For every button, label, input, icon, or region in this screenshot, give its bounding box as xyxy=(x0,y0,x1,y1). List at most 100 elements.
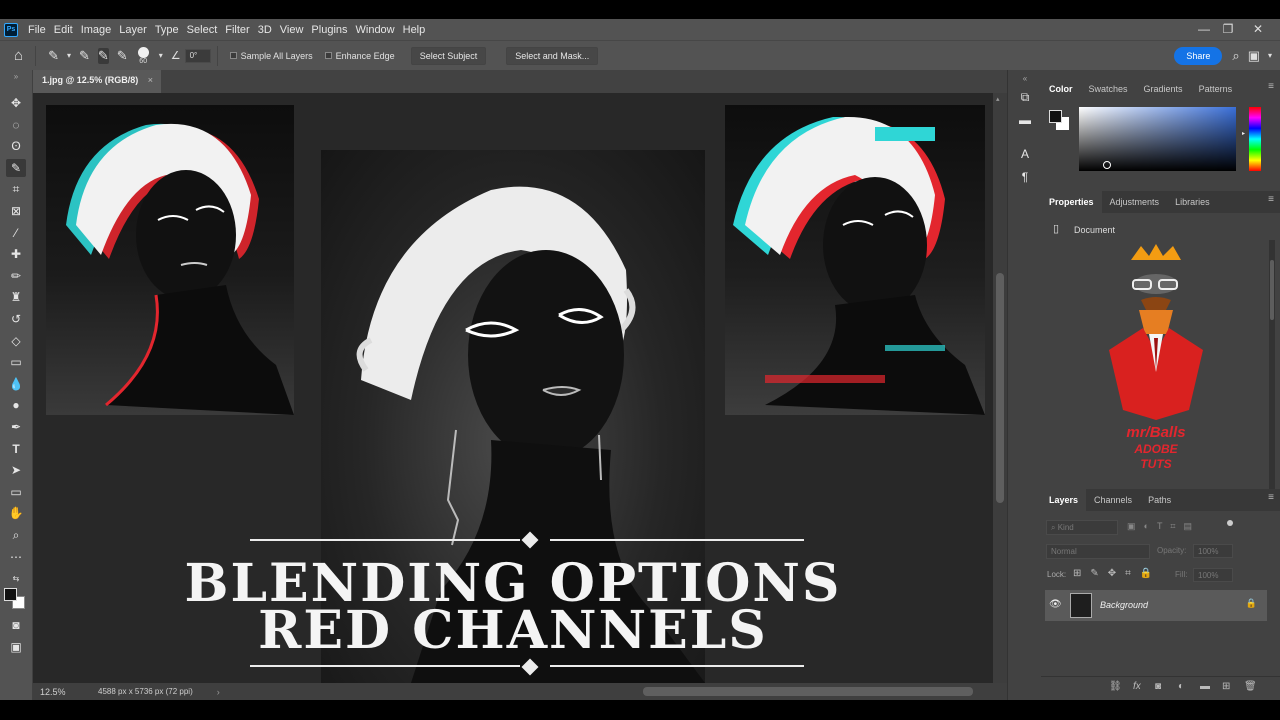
crop-tool-icon[interactable]: ⌗ xyxy=(6,180,26,198)
history-brush-icon[interactable]: ↺ xyxy=(6,310,26,328)
panel-menu-icon[interactable]: ≡ xyxy=(1268,194,1274,205)
tab-layers[interactable]: Layers xyxy=(1041,489,1087,511)
menu-type[interactable]: Type xyxy=(155,24,186,36)
color-field[interactable] xyxy=(1079,107,1236,171)
select-and-mask-button[interactable]: Select and Mask... xyxy=(506,46,599,65)
path-selection-icon[interactable]: ➤ xyxy=(6,461,26,479)
photoshop-logo-icon[interactable]: Ps xyxy=(4,22,18,37)
brush-size-picker[interactable]: 60 xyxy=(137,46,149,65)
chevron-down-icon[interactable]: ▾ xyxy=(159,51,163,60)
panel-menu-icon[interactable]: ≡ xyxy=(1268,81,1274,92)
horizontal-scrollbar[interactable] xyxy=(233,683,993,700)
blur-tool-icon[interactable]: 💧 xyxy=(6,375,26,393)
tab-channels[interactable]: Channels xyxy=(1086,489,1140,511)
quick-selection-tool-icon[interactable]: ✎ xyxy=(6,159,26,177)
fill-input[interactable]: 100% xyxy=(1193,568,1233,582)
layer-name[interactable]: Background xyxy=(1100,600,1148,610)
character-panel-icon[interactable]: A xyxy=(1016,145,1034,163)
menu-edit[interactable]: Edit xyxy=(54,24,80,36)
type-tool-icon[interactable]: T xyxy=(6,440,26,458)
new-selection-icon[interactable]: ✎ xyxy=(79,48,90,64)
add-mask-icon[interactable]: ◙ xyxy=(1155,681,1161,692)
menu-filter[interactable]: Filter xyxy=(225,24,256,36)
blend-mode-select[interactable]: Normal xyxy=(1046,544,1150,559)
marquee-tool-icon[interactable]: ◌ xyxy=(6,116,26,134)
layer-row-background[interactable]: 👁 Background 🔒 xyxy=(1045,590,1267,621)
new-layer-icon[interactable]: ⊞ xyxy=(1222,681,1230,692)
layer-kind-filter[interactable]: ⌕ Kind xyxy=(1046,520,1118,535)
maximize-icon[interactable]: ❐ xyxy=(1214,19,1242,40)
enhance-edge-checkbox[interactable]: Enhance Edge xyxy=(324,51,395,61)
eyedropper-tool-icon[interactable]: ⁄ xyxy=(6,224,26,242)
document-info[interactable]: 4588 px x 5736 px (72 ppi) xyxy=(98,687,193,696)
pen-tool-icon[interactable]: ✒ xyxy=(6,418,26,436)
subtract-from-selection-icon[interactable]: ✎ xyxy=(117,48,128,64)
frame-tool-icon[interactable]: ⊠ xyxy=(6,202,26,220)
chevron-down-icon[interactable]: ▾ xyxy=(1268,51,1272,60)
quick-selection-tool-icon[interactable]: ✎ xyxy=(48,48,59,64)
tab-patterns[interactable]: Patterns xyxy=(1191,78,1241,100)
screen-mode-icon[interactable]: ▣ xyxy=(6,638,26,656)
scroll-up-icon[interactable]: ▴ xyxy=(996,95,1000,103)
angle-input[interactable]: 0° xyxy=(184,48,211,63)
layer-filter-icons[interactable]: ▣◐T⌗▤ xyxy=(1127,521,1200,532)
filter-toggle-icon[interactable] xyxy=(1227,520,1233,526)
layer-style-icon[interactable]: fx xyxy=(1133,681,1141,692)
menu-plugins[interactable]: Plugins xyxy=(311,24,354,36)
menu-layer[interactable]: Layer xyxy=(119,24,154,36)
foreground-color-swatch[interactable] xyxy=(4,588,17,601)
lasso-tool-icon[interactable]: ʘ xyxy=(6,137,26,155)
comments-panel-icon[interactable]: ▬ xyxy=(1016,111,1034,129)
search-icon[interactable]: ⌕ xyxy=(1232,48,1239,64)
swap-colors-icon[interactable]: ⇆ xyxy=(6,570,26,588)
tab-libraries[interactable]: Libraries xyxy=(1167,191,1218,213)
quick-mask-icon[interactable]: ◙ xyxy=(6,616,26,634)
new-group-icon[interactable]: ▬ xyxy=(1200,681,1210,692)
scrollbar-thumb[interactable] xyxy=(1270,260,1274,320)
move-tool-icon[interactable]: ✥ xyxy=(6,94,26,112)
lock-icons[interactable]: ⊞✎✥⌗🔒 xyxy=(1073,568,1161,579)
history-panel-icon[interactable]: ⧉ xyxy=(1016,88,1034,106)
opacity-input[interactable]: 100% xyxy=(1193,544,1233,558)
menu-image[interactable]: Image xyxy=(81,24,119,36)
foreground-color-swatch[interactable] xyxy=(1049,110,1062,123)
lock-icon[interactable]: 🔒 xyxy=(1246,598,1257,609)
canvas[interactable]: BLENDING OPTIONS RED CHANNELS xyxy=(33,93,993,683)
close-tab-icon[interactable]: × xyxy=(148,75,153,85)
delete-layer-icon[interactable]: 🗑 xyxy=(1244,681,1257,692)
tab-color[interactable]: Color xyxy=(1041,78,1081,100)
zoom-tool-icon[interactable]: ⌕ xyxy=(6,526,26,544)
menu-window[interactable]: Window xyxy=(356,24,402,36)
tab-paths[interactable]: Paths xyxy=(1140,489,1179,511)
link-layers-icon[interactable]: ⛓ xyxy=(1109,681,1122,692)
chevron-down-icon[interactable]: ▾ xyxy=(67,51,71,60)
clone-stamp-icon[interactable]: ♜ xyxy=(6,288,26,306)
adjustment-layer-icon[interactable]: ◐ xyxy=(1178,681,1184,692)
brush-tool-icon[interactable]: ✏ xyxy=(6,267,26,285)
share-button[interactable]: Share xyxy=(1174,46,1223,65)
visibility-eye-icon[interactable]: 👁 xyxy=(1049,599,1062,610)
rectangle-tool-icon[interactable]: ▭ xyxy=(6,483,26,501)
paragraph-panel-icon[interactable]: ¶ xyxy=(1016,168,1034,186)
more-tools-icon[interactable]: ⋯ xyxy=(6,548,26,566)
panel-menu-icon[interactable]: ≡ xyxy=(1268,492,1274,503)
gradient-tool-icon[interactable]: ▭ xyxy=(6,353,26,371)
healing-brush-icon[interactable]: ✚ xyxy=(6,245,26,263)
collapse-panels-icon[interactable]: « xyxy=(1016,70,1034,88)
eraser-tool-icon[interactable]: ◇ xyxy=(6,332,26,350)
collapse-toolbar-icon[interactable]: » xyxy=(6,72,26,82)
workspace-icon[interactable]: ▣ xyxy=(1248,48,1260,64)
scrollbar-thumb[interactable] xyxy=(643,687,973,696)
tab-gradients[interactable]: Gradients xyxy=(1136,78,1191,100)
menu-help[interactable]: Help xyxy=(403,24,433,36)
select-subject-button[interactable]: Select Subject xyxy=(410,46,487,65)
tab-swatches[interactable]: Swatches xyxy=(1081,78,1136,100)
sample-all-layers-checkbox[interactable]: Sample All Layers xyxy=(229,51,313,61)
menu-3d[interactable]: 3D xyxy=(258,24,279,36)
tab-properties[interactable]: Properties xyxy=(1041,191,1102,213)
hue-slider-arrow-icon[interactable]: ▸ xyxy=(1242,130,1245,137)
close-window-icon[interactable]: ✕ xyxy=(1244,19,1272,40)
dodge-tool-icon[interactable]: ● xyxy=(6,396,26,414)
zoom-level[interactable]: 12.5% xyxy=(40,687,90,697)
hand-tool-icon[interactable]: ✋ xyxy=(6,504,26,522)
